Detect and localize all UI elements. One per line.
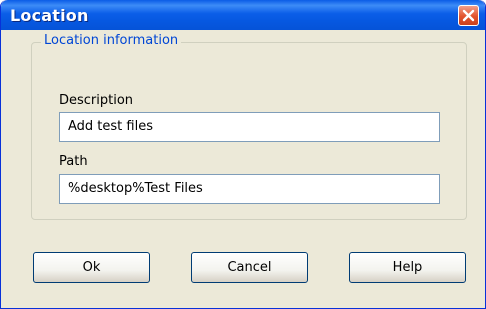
close-button[interactable] (458, 5, 479, 26)
help-button[interactable]: Help (349, 252, 466, 283)
close-icon (462, 9, 475, 22)
description-field[interactable]: Add test files (59, 112, 440, 142)
path-field[interactable]: %desktop%Test Files (59, 174, 440, 204)
path-label: Path (59, 154, 88, 169)
ok-button[interactable]: Ok (33, 252, 150, 283)
description-label: Description (59, 93, 134, 108)
title-bar[interactable]: Location (1, 0, 485, 30)
location-dialog: Location Location information Descriptio… (0, 0, 486, 309)
dialog-title: Location (10, 6, 89, 25)
group-legend: Location information (41, 33, 182, 48)
cancel-button[interactable]: Cancel (191, 252, 308, 283)
